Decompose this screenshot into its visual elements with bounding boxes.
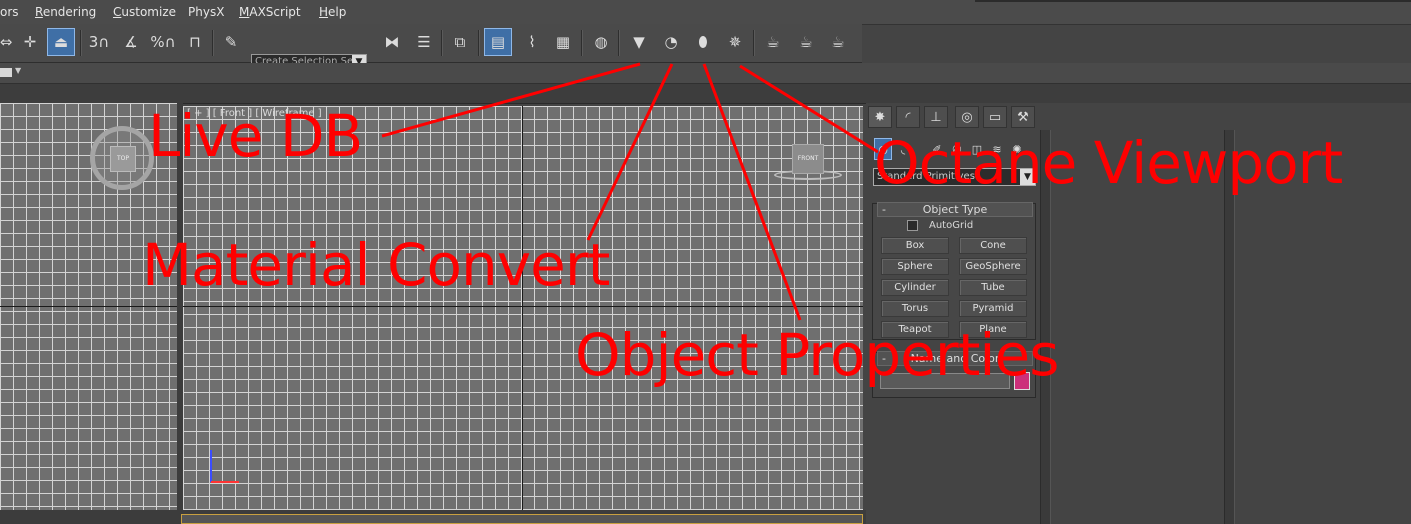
viewcube-face-label: FRONT	[792, 144, 824, 174]
spinner-snap-icon[interactable]: ⊓	[181, 28, 209, 56]
viewcube-face-label: TOP	[110, 146, 136, 172]
viewcube-front[interactable]: FRONT	[774, 140, 844, 184]
annotation-octane-viewport: Octane Viewport	[874, 129, 1343, 197]
chevron-down-icon[interactable]: ▼	[15, 66, 21, 75]
annotation-live-db: Live DB	[148, 102, 363, 170]
axis-gizmo-icon	[210, 450, 239, 483]
menu-item-customize[interactable]: Customize	[113, 5, 176, 19]
tab-motion-icon[interactable]: ◎	[955, 106, 979, 128]
toolbar-divider	[478, 30, 480, 56]
pyramid-button[interactable]: Pyramid	[959, 300, 1027, 317]
percent-snap-icon[interactable]: % ∩	[149, 28, 177, 56]
viewport-layout-icon[interactable]	[0, 68, 12, 77]
select-place-icon[interactable]: ⏏	[47, 28, 75, 56]
material-editor-icon[interactable]: ◍	[587, 28, 615, 56]
menu-item-maxscript[interactable]: MAXScript	[239, 5, 301, 19]
render-production-icon[interactable]: ☕	[824, 28, 852, 56]
object-properties-icon[interactable]: ⬮	[689, 28, 717, 56]
autogrid-label: AutoGrid	[929, 220, 974, 231]
annotation-material-convert: Material Convert	[142, 231, 610, 299]
command-panel-tabs: ✸ ◜ ⊥ ◎ ▭ ⚒	[866, 104, 1046, 130]
curve-editor-icon[interactable]: ⌇	[518, 28, 546, 56]
octane-viewport-icon[interactable]: ✵	[721, 28, 749, 56]
mirror-icon[interactable]: ⧓	[378, 28, 406, 56]
geosphere-button[interactable]: GeoSphere	[959, 258, 1027, 275]
snap-3d-icon[interactable]: 3 ∩	[85, 28, 113, 56]
autogrid-checkbox[interactable]	[907, 220, 918, 231]
tab-display-icon[interactable]: ▭	[983, 106, 1007, 128]
cylinder-button[interactable]: Cylinder	[881, 279, 949, 296]
scene-explorer-icon[interactable]: ▤	[484, 28, 512, 56]
layer-manager-icon[interactable]: ⧉	[446, 28, 474, 56]
menu-item-help[interactable]: Help	[319, 5, 346, 19]
toolbar-divider	[581, 30, 583, 56]
viewport-perspective-header[interactable]	[181, 514, 863, 524]
menu-item-ors[interactable]: ors	[0, 5, 19, 19]
viewcube-top[interactable]: TOP	[90, 126, 154, 190]
angle-snap-icon[interactable]: ∡	[117, 28, 145, 56]
align-icon[interactable]: ☰	[410, 28, 438, 56]
box-button[interactable]: Box	[881, 237, 949, 254]
torus-button[interactable]: Torus	[881, 300, 949, 317]
toolbar-divider	[753, 30, 755, 56]
tube-button[interactable]: Tube	[959, 279, 1027, 296]
tab-utilities-icon[interactable]: ⚒	[1011, 106, 1035, 128]
move-icon[interactable]: ✛	[16, 28, 44, 56]
schematic-view-icon[interactable]: ▦	[549, 28, 577, 56]
menu-item-rendering[interactable]: Rendering	[35, 5, 96, 19]
annotation-object-properties: Object Properties	[575, 321, 1059, 389]
menu-item-physx[interactable]: PhysX	[188, 5, 224, 19]
secondary-toolbar: ▼	[0, 63, 1411, 84]
main-toolbar: ⇔ ✛ ⏏ 3 ∩ ∡ % ∩ ⊓ ✎ Create Selection Se ▼ ⧓…	[0, 24, 862, 70]
grid-axis-horizontal	[0, 306, 177, 307]
rendered-frame-icon[interactable]: ☕	[792, 28, 820, 56]
toolbar-divider	[212, 30, 214, 56]
cone-button[interactable]: Cone	[959, 237, 1027, 254]
live-db-icon[interactable]: ▼	[625, 28, 653, 56]
toolbar-divider	[441, 30, 443, 56]
menu-edge	[975, 0, 1411, 2]
grid-axis-horizontal	[183, 306, 863, 307]
toolbar-divider	[618, 30, 620, 56]
object-type-rollout-header[interactable]: - Object Type	[877, 202, 1033, 217]
grid-axis-vertical	[522, 106, 523, 510]
sphere-button[interactable]: Sphere	[881, 258, 949, 275]
edit-named-selection-icon[interactable]: ✎	[217, 28, 245, 56]
material-convert-icon[interactable]: ◔	[657, 28, 685, 56]
toolbar-divider	[80, 30, 82, 56]
tab-hierarchy-icon[interactable]: ⊥	[924, 106, 948, 128]
tab-create-icon[interactable]: ✸	[868, 106, 892, 128]
ribbon-strip	[0, 84, 1411, 104]
render-setup-icon[interactable]: ☕	[759, 28, 787, 56]
menu-bar: ors Rendering Customize PhysX MAXScript …	[0, 0, 1411, 25]
tab-modify-icon[interactable]: ◜	[896, 106, 920, 128]
